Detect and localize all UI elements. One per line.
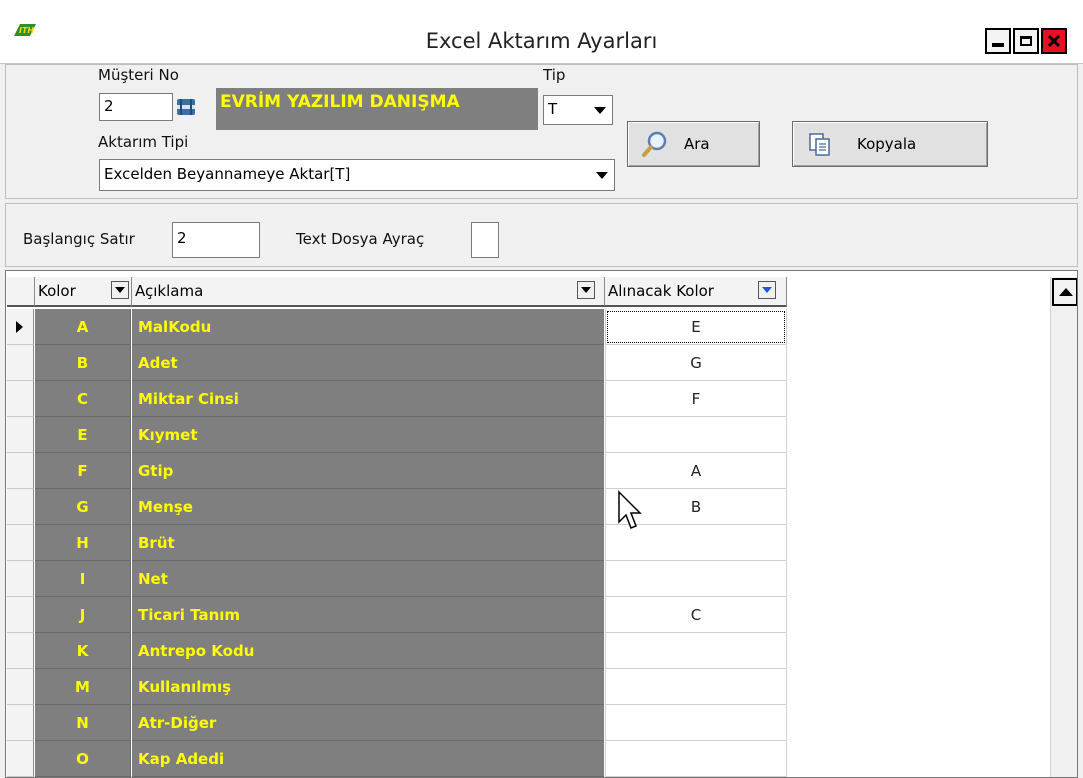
minimize-icon	[992, 43, 1004, 47]
window-title: Excel Aktarım Ayarları	[425, 29, 658, 53]
search-button[interactable]: Ara	[627, 121, 760, 167]
copy-icon	[809, 133, 830, 156]
row-indicator[interactable]	[7, 345, 34, 381]
close-button[interactable]	[1041, 28, 1067, 54]
search-icon	[642, 131, 667, 157]
customer-no-label: Müşteri No	[98, 66, 179, 84]
cell-alinacak-kolor[interactable]	[605, 633, 787, 669]
cell-aciklama[interactable]: Miktar Cinsi	[132, 381, 604, 417]
cell-alinacak-kolor[interactable]: E	[605, 309, 787, 345]
cell-kolor[interactable]: F	[35, 453, 131, 489]
cell-aciklama[interactable]: Adet	[132, 345, 604, 381]
cell-aciklama[interactable]: Gtip	[132, 453, 604, 489]
row-indicator[interactable]	[7, 381, 34, 417]
cell-aciklama[interactable]: Kap Adedi	[132, 741, 604, 777]
row-indicator[interactable]	[7, 453, 34, 489]
lookup-icon	[177, 99, 195, 115]
cell-alinacak-kolor[interactable]	[605, 417, 787, 453]
row-indicator[interactable]	[7, 669, 34, 705]
close-icon	[1047, 34, 1061, 48]
cell-aciklama[interactable]: Brüt	[132, 525, 604, 561]
cell-alinacak-kolor[interactable]	[605, 705, 787, 741]
copy-button[interactable]: Kopyala	[792, 121, 988, 167]
cell-aciklama[interactable]: Atr-Diğer	[132, 705, 604, 741]
cell-aciklama[interactable]: Kıymet	[132, 417, 604, 453]
options-panel	[5, 203, 1078, 267]
column-header-alinacak-kolor[interactable]: Alınacak Kolor	[605, 277, 787, 307]
row-indicator[interactable]	[7, 705, 34, 741]
cell-aciklama[interactable]: MalKodu	[132, 309, 604, 345]
chevron-down-icon	[596, 172, 608, 179]
row-indicator[interactable]	[7, 309, 34, 345]
cell-aciklama[interactable]: Menşe	[132, 489, 604, 525]
column-header-kolor[interactable]: Kolor	[35, 277, 132, 307]
filter-dropdown-icon[interactable]	[758, 281, 776, 299]
transfer-type-select[interactable]: Excelden Beyannameye Aktar[T]	[99, 159, 615, 191]
customer-lookup-button[interactable]	[174, 95, 198, 119]
cell-alinacak-kolor[interactable]	[605, 669, 787, 705]
cell-alinacak-kolor[interactable]: C	[605, 597, 787, 633]
row-indicator[interactable]	[7, 633, 34, 669]
cell-alinacak-kolor[interactable]: A	[605, 453, 787, 489]
start-row-input[interactable]: 2	[172, 222, 260, 258]
scroll-up-button[interactable]	[1052, 278, 1077, 306]
cell-alinacak-kolor[interactable]: G	[605, 345, 787, 381]
cell-alinacak-kolor[interactable]: F	[605, 381, 787, 417]
cell-alinacak-kolor[interactable]	[605, 741, 787, 777]
cell-kolor[interactable]: N	[35, 705, 131, 741]
start-row-label: Başlangıç Satır	[23, 230, 135, 248]
vertical-scrollbar[interactable]	[1050, 277, 1077, 777]
column-header-alinacak-kolor-label: Alınacak Kolor	[608, 282, 714, 300]
cell-aciklama[interactable]: Net	[132, 561, 604, 597]
row-indicator[interactable]	[7, 417, 34, 453]
text-separator-label: Text Dosya Ayraç	[296, 230, 425, 248]
cell-kolor[interactable]: C	[35, 381, 131, 417]
filter-dropdown-icon[interactable]	[577, 281, 595, 299]
cell-aciklama[interactable]: Kullanılmış	[132, 669, 604, 705]
copy-button-label: Kopyala	[857, 135, 917, 153]
cell-aciklama[interactable]: Ticari Tanım	[132, 597, 604, 633]
cell-kolor[interactable]: H	[35, 525, 131, 561]
cell-kolor[interactable]: J	[35, 597, 131, 633]
cell-kolor[interactable]: K	[35, 633, 131, 669]
filter-dropdown-icon[interactable]	[111, 281, 129, 299]
type-label: Tip	[543, 66, 566, 84]
column-header-kolor-label: Kolor	[38, 282, 76, 300]
type-select[interactable]: T	[543, 95, 613, 125]
row-indicator[interactable]	[7, 597, 34, 633]
transfer-type-value: Excelden Beyannameye Aktar[T]	[104, 165, 351, 183]
mouse-cursor-icon	[618, 490, 642, 529]
column-header-aciklama[interactable]: Açıklama	[132, 277, 605, 307]
maximize-icon	[1020, 36, 1032, 46]
row-indicator-header	[7, 277, 35, 307]
minimize-button[interactable]	[985, 28, 1011, 54]
chevron-down-icon	[594, 107, 606, 114]
cell-kolor[interactable]: B	[35, 345, 131, 381]
search-button-label: Ara	[684, 135, 710, 153]
column-mapping-grid: Kolor Açıklama Alınacak Kolor A MalKodu E B…	[5, 270, 1078, 778]
row-indicator[interactable]	[7, 741, 34, 777]
current-row-arrow-icon	[16, 321, 23, 333]
cell-kolor[interactable]: M	[35, 669, 131, 705]
row-indicator[interactable]	[7, 561, 34, 597]
text-separator-input[interactable]	[471, 222, 499, 258]
cell-kolor[interactable]: G	[35, 489, 131, 525]
customer-no-input[interactable]: 2	[99, 93, 173, 121]
cell-kolor[interactable]: O	[35, 741, 131, 777]
transfer-type-label: Aktarım Tipi	[98, 133, 189, 151]
cell-alinacak-kolor[interactable]	[605, 561, 787, 597]
cell-kolor[interactable]: E	[35, 417, 131, 453]
row-indicator[interactable]	[7, 525, 34, 561]
row-indicator[interactable]	[7, 489, 34, 525]
title-bar: ITH Excel Aktarım Ayarları	[0, 0, 1083, 64]
column-header-aciklama-label: Açıklama	[135, 282, 204, 300]
type-select-value: T	[548, 100, 558, 118]
customer-name-display: EVRİM YAZILIM DANIŞMA	[216, 88, 538, 130]
maximize-button[interactable]	[1013, 28, 1039, 54]
cell-kolor[interactable]: I	[35, 561, 131, 597]
cell-kolor[interactable]: A	[35, 309, 131, 345]
cell-aciklama[interactable]: Antrepo Kodu	[132, 633, 604, 669]
